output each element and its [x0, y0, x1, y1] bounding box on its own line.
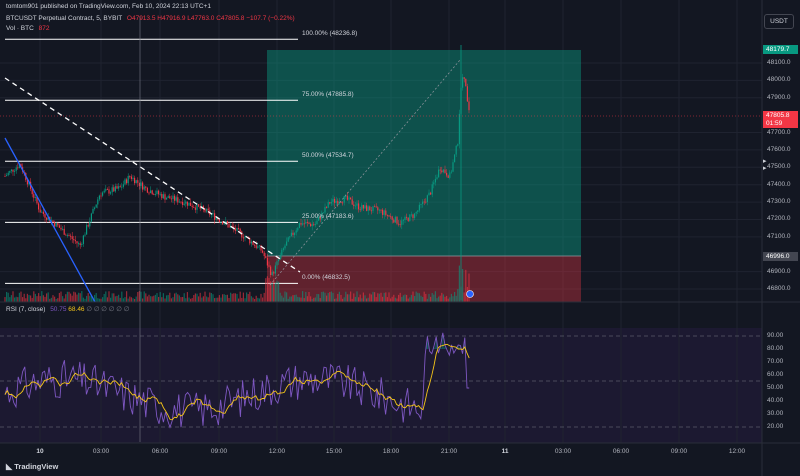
rsi-value: 50.75	[50, 306, 67, 313]
rsi-axis-label: 40.00	[767, 397, 784, 404]
time-axis-label: 12:00	[728, 448, 746, 455]
rsi-ma-value: 68.46	[68, 306, 85, 313]
chart-canvas[interactable]	[0, 0, 800, 476]
event-marker-icon[interactable]	[466, 290, 474, 298]
rsi-axis-label: 20.00	[767, 423, 784, 430]
arrow-down-icon[interactable]: ▸	[763, 164, 767, 172]
price-axis-label: 46900.0	[767, 267, 791, 275]
fib-level-label: 25.00% (47183.6)	[302, 213, 354, 221]
price-axis-label: 47500.0	[767, 163, 791, 171]
price-axis-label: 46800.0	[767, 285, 791, 292]
rsi-axis-label: 60.00	[767, 371, 784, 378]
price-axis-label: 48000.0	[767, 76, 791, 84]
price-axis-label: 47200.0	[767, 215, 791, 223]
rsi-axis-label: 70.00	[767, 358, 784, 365]
time-axis-label: 09:00	[210, 448, 228, 455]
rsi-axis-label: 90.00	[767, 332, 784, 339]
currency-button[interactable]: USDT	[764, 14, 794, 29]
time-axis-label: 03:00	[92, 448, 110, 455]
price-axis-label: 47100.0	[767, 232, 791, 240]
legend-row: BTCUSDT Perpetual Contract, 5, BYBIT O47…	[6, 15, 295, 23]
rsi-placeholders: ∅ ∅ ∅ ∅ ∅ ∅	[86, 306, 130, 313]
ohlc-open: O47913.5	[126, 15, 156, 22]
tradingview-logo: ◣ TradingView	[6, 462, 58, 471]
stop-price-tag: 46996.0	[763, 252, 798, 261]
rsi-axis-label: 80.00	[767, 345, 784, 352]
time-axis-label: 06:00	[151, 448, 169, 455]
price-axis-label: 47900.0	[767, 93, 791, 101]
publisher-info: tomtom901 published on TradingView.com, …	[6, 3, 211, 10]
volume-legend: Vol · BTC 872	[6, 25, 49, 33]
time-axis-label: 15:00	[325, 448, 343, 455]
time-axis-label: 10	[36, 448, 44, 455]
price-axis-label: 47400.0	[767, 180, 791, 188]
rsi-label[interactable]: RSI (7, close)	[6, 306, 45, 313]
time-axis-label: 06:00	[612, 448, 630, 455]
price-axis-label: 48100.0	[767, 59, 791, 66]
tradingview-logo-icon: ◣	[6, 462, 13, 471]
ohlc-change: −107.7 (−0.22%)	[246, 15, 295, 22]
ohlc-low: L47763.0	[187, 15, 215, 22]
countdown-tag: 01:59	[763, 120, 798, 128]
rsi-axis-label: 50.00	[767, 384, 784, 391]
target-price-tag: 48179.7	[763, 45, 798, 54]
rsi-axis-label: 30.00	[767, 410, 784, 417]
volume-label: Vol · BTC	[6, 25, 34, 32]
price-axis-label: 47300.0	[767, 198, 791, 206]
time-axis-label: 03:00	[554, 448, 572, 455]
volume-value: 872	[38, 25, 50, 32]
time-axis-label: 09:00	[670, 448, 688, 455]
fib-level-label: 100.00% (48236.8)	[302, 30, 358, 38]
price-axis-label: 47700.0	[767, 128, 791, 136]
fib-level-label: 0.00% (46832.5)	[302, 274, 351, 282]
rsi-legend: RSI (7, close) 50.75 68.46 ∅ ∅ ∅ ∅ ∅ ∅	[6, 306, 129, 314]
price-axis-label: 47600.0	[767, 145, 791, 153]
time-axis-label: 12:00	[268, 448, 286, 455]
fib-level-label: 50.00% (47534.7)	[302, 152, 354, 160]
time-axis-label: 21:00	[440, 448, 458, 455]
fib-level-label: 75.00% (47885.8)	[302, 91, 354, 99]
time-axis-label: 18:00	[382, 448, 400, 455]
tradingview-logo-text: TradingView	[14, 462, 59, 471]
ohlc-close: C47805.8	[216, 15, 245, 22]
ohlc-high: H47916.9	[157, 15, 186, 22]
time-axis-label: 11	[501, 448, 509, 455]
symbol-name[interactable]: BTCUSDT Perpetual Contract, 5, BYBIT	[6, 15, 122, 22]
